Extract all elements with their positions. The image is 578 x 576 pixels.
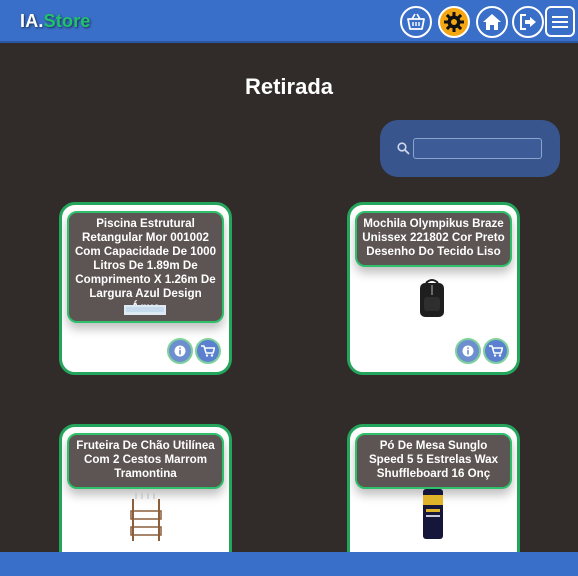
info-button[interactable] <box>455 338 481 364</box>
gear-icon <box>444 12 464 32</box>
brand-prefix: IA. <box>20 11 44 31</box>
product-title: Mochila Olympikus Braze Unissex 221802 C… <box>355 211 512 267</box>
cart-icon <box>201 345 215 357</box>
info-button[interactable] <box>167 338 193 364</box>
wax-can-image <box>423 489 443 539</box>
logout-icon <box>520 14 536 30</box>
settings-button[interactable] <box>438 6 470 38</box>
info-icon <box>174 345 186 357</box>
add-to-cart-button[interactable] <box>195 338 221 364</box>
product-card[interactable]: Mochila Olympikus Braze Unissex 221802 C… <box>347 202 520 375</box>
bottom-bar <box>0 552 578 576</box>
cart-icon <box>489 345 503 357</box>
brand-suffix: Store <box>43 11 91 31</box>
menu-button[interactable] <box>545 6 575 37</box>
product-card[interactable]: Piscina Estrutural Retangular Mor 001002… <box>59 202 232 375</box>
info-icon <box>462 345 474 357</box>
backpack-image <box>420 279 444 317</box>
top-navbar: IA.Store <box>0 0 578 43</box>
product-title: Pó De Mesa Sunglo Speed 5 5 Estrelas Wax… <box>355 433 512 489</box>
add-to-cart-button[interactable] <box>483 338 509 364</box>
page-title: Retirada <box>244 74 334 99</box>
search-input[interactable] <box>413 138 542 159</box>
search-panel <box>380 120 560 177</box>
search-icon <box>397 142 410 155</box>
home-icon <box>483 14 501 30</box>
brand-logo[interactable]: IA.Store <box>20 11 91 32</box>
basket-button[interactable] <box>400 6 432 38</box>
basket-icon <box>407 13 425 30</box>
fruit-stand-image <box>130 493 162 541</box>
pool-image <box>124 305 166 315</box>
product-title: Fruteira De Chão Utilínea Com 2 Cestos M… <box>67 433 224 489</box>
hamburger-menu-icon <box>552 15 568 28</box>
home-button[interactable] <box>476 6 508 38</box>
logout-button[interactable] <box>512 6 544 38</box>
